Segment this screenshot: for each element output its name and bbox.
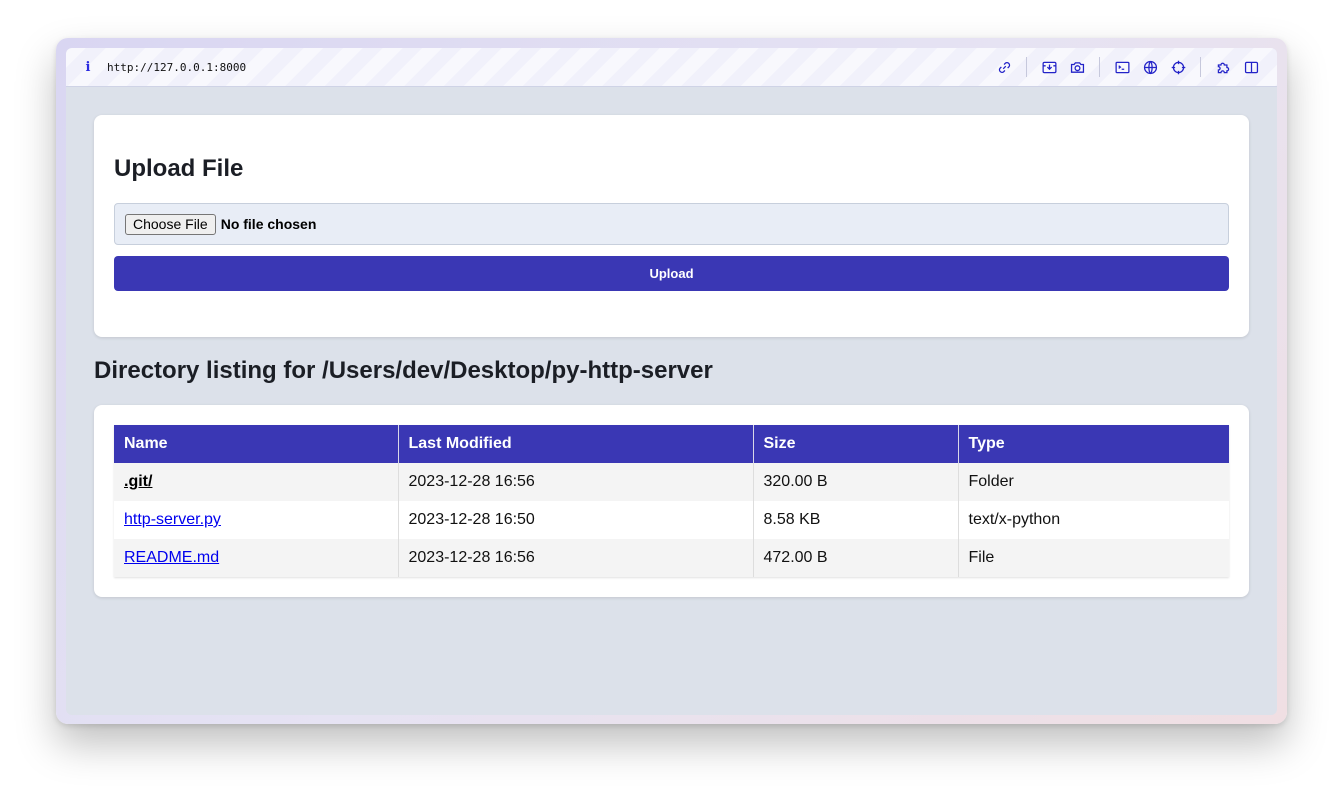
browser-window: i http://127.0.0.1:8000 Upload File Choo… [66,48,1277,715]
toolbar-icons [990,57,1265,77]
modified-cell: 2023-12-28 16:50 [398,501,754,539]
terminal-icon[interactable] [1112,57,1132,77]
type-cell: text/x-python [958,501,1229,539]
table-row: README.md 2023-12-28 16:56 472.00 B File [114,539,1229,577]
directory-table: Name Last Modified Size Type .git/ 2023-… [114,425,1229,577]
upload-title: Upload File [114,155,244,182]
link-icon[interactable] [994,57,1014,77]
browser-window-frame: i http://127.0.0.1:8000 Upload File Choo… [56,38,1287,724]
choose-file-button[interactable]: Choose File [125,213,216,235]
no-file-label: No file chosen [220,216,317,232]
size-cell: 320.00 B [753,463,959,501]
browser-toolbar: i http://127.0.0.1:8000 [66,48,1277,87]
download-icon[interactable] [1039,57,1059,77]
modified-cell: 2023-12-28 16:56 [398,463,754,501]
file-input[interactable]: Choose File No file chosen [114,203,1229,245]
name-cell: http-server.py [114,501,399,539]
info-icon[interactable]: i [82,60,94,75]
toolbar-divider [1099,57,1100,77]
file-link[interactable]: README.md [124,549,219,566]
modified-cell: 2023-12-28 16:56 [398,539,754,577]
extension-icon[interactable] [1213,57,1233,77]
column-header-type[interactable]: Type [958,425,1229,463]
upload-button[interactable]: Upload [114,256,1229,291]
file-link[interactable]: .git/ [124,473,152,490]
upload-card: Upload File Choose File No file chosen U… [94,115,1249,337]
toolbar-divider [1026,57,1027,77]
table-header-row: Name Last Modified Size Type [114,425,1229,463]
listing-card: Name Last Modified Size Type .git/ 2023-… [94,405,1249,597]
size-cell: 8.58 KB [753,501,959,539]
toolbar-divider [1200,57,1201,77]
column-header-size[interactable]: Size [753,425,959,463]
crosshair-icon[interactable] [1168,57,1188,77]
sidebar-icon[interactable] [1241,57,1261,77]
table-row: http-server.py 2023-12-28 16:50 8.58 KB … [114,501,1229,539]
type-cell: Folder [958,463,1229,501]
directory-title: Directory listing for /Users/dev/Desktop… [94,357,713,384]
column-header-name[interactable]: Name [114,425,399,463]
address-bar-url[interactable]: http://127.0.0.1:8000 [107,61,246,74]
table-row: .git/ 2023-12-28 16:56 320.00 B Folder [114,463,1229,501]
name-cell: README.md [114,539,399,577]
type-cell: File [958,539,1229,577]
globe-icon[interactable] [1140,57,1160,77]
column-header-modified[interactable]: Last Modified [398,425,754,463]
size-cell: 472.00 B [753,539,959,577]
name-cell: .git/ [114,463,399,501]
camera-icon[interactable] [1067,57,1087,77]
file-link[interactable]: http-server.py [124,511,221,528]
page-content: Upload File Choose File No file chosen U… [66,87,1277,597]
